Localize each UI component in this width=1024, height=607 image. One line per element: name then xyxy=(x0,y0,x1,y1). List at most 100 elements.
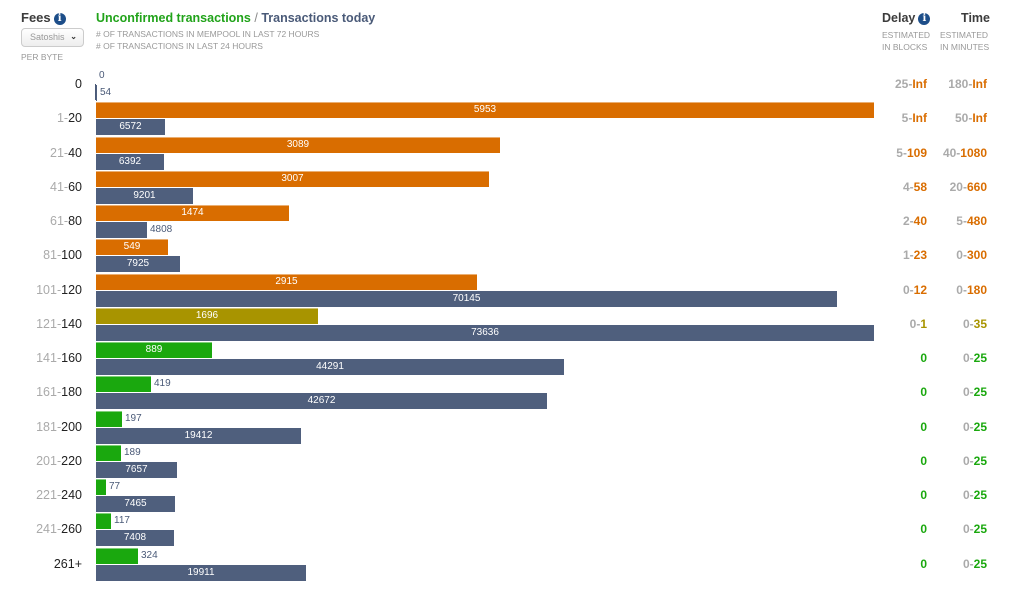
bar-label-unconfirmed: 0 xyxy=(99,70,105,81)
fee-range-low: 141- xyxy=(36,351,62,365)
time-minutes: 40-1080 xyxy=(943,146,987,160)
bar-label-unconfirmed: 2915 xyxy=(275,275,298,287)
delay-low: 25- xyxy=(894,77,913,91)
delay-low: 0- xyxy=(909,316,921,331)
chevron-down-icon: ⌄ xyxy=(70,32,77,41)
delay-high: 0 xyxy=(920,419,927,434)
time-subtitle: ESTIMATED IN MINUTES xyxy=(940,29,989,53)
time-minutes: 0-25 xyxy=(963,557,987,571)
time-high: 35 xyxy=(973,316,987,331)
bar-label-unconfirmed: 77 xyxy=(109,481,121,492)
bar-label-unconfirmed: 197 xyxy=(125,412,142,424)
bar-label-unconfirmed: 5953 xyxy=(473,104,497,116)
time-minutes: 0-25 xyxy=(963,488,987,502)
time-minutes: 0-300 xyxy=(956,248,987,262)
fee-range-high: 180 xyxy=(61,385,82,400)
bar-label-unconfirmed: 324 xyxy=(141,549,158,561)
fee-range-high: 140 xyxy=(61,316,82,331)
delay-blocks: 2-40 xyxy=(903,214,927,228)
delay-low: 0- xyxy=(902,282,914,297)
time-high: 25 xyxy=(973,385,987,400)
bar-label-today: 54 xyxy=(100,87,112,98)
bar-label-today: 44291 xyxy=(316,361,344,372)
time-low: 0- xyxy=(962,351,974,365)
fee-range-label: 101-120 xyxy=(36,283,82,297)
fee-range-label: 161-180 xyxy=(36,385,82,399)
fee-range-label: 41-60 xyxy=(50,180,82,194)
info-icon[interactable]: i xyxy=(918,13,931,25)
delay-low: 1- xyxy=(902,248,914,263)
bar-unconfirmed[interactable] xyxy=(96,479,106,495)
fee-range-label: 221-240 xyxy=(36,488,82,502)
time-low: 0- xyxy=(962,556,974,571)
fee-range-high: 160 xyxy=(61,351,82,365)
fee-range-high: 40 xyxy=(68,145,82,160)
time-minutes: 0-180 xyxy=(956,283,987,297)
delay-blocks: 0 xyxy=(920,488,927,502)
bar-label-today: 7925 xyxy=(126,258,150,270)
bar-label-today: 19412 xyxy=(184,429,213,441)
fee-range-label: 201-220 xyxy=(36,454,82,468)
time-low: 0- xyxy=(956,248,967,263)
fee-range-low: 101- xyxy=(36,282,62,297)
fee-range-low: 221- xyxy=(36,488,62,502)
bar-label-today: 73636 xyxy=(471,326,499,338)
time-minutes: 20-660 xyxy=(950,180,987,194)
time-high: 25 xyxy=(973,419,987,434)
fee-range-low: 61- xyxy=(50,214,69,228)
delay-blocks: 25-Inf xyxy=(895,77,927,91)
unit-select[interactable]: Satoshis ⌄ xyxy=(21,28,84,47)
time-minutes: 0-25 xyxy=(963,454,987,468)
fee-range-high: 100 xyxy=(61,248,82,263)
bar-label-today: 9201 xyxy=(133,189,156,201)
time-high: 660 xyxy=(966,179,987,194)
fee-range-high: 261+ xyxy=(53,556,82,571)
fee-range-label: 261+ xyxy=(54,557,82,571)
delay-high: 1 xyxy=(920,316,927,331)
fees-header: Fees i xyxy=(21,10,66,25)
unit-select-value: Satoshis xyxy=(30,32,65,42)
bar-label-today: 42672 xyxy=(307,395,336,407)
bar-unconfirmed[interactable] xyxy=(96,444,121,461)
delay-high: Inf xyxy=(912,77,927,91)
fee-range-low: 201- xyxy=(36,453,62,468)
fee-range-label: 141-160 xyxy=(36,351,82,365)
bar-unconfirmed[interactable] xyxy=(96,547,138,564)
time-label: Time xyxy=(961,11,990,25)
bar-unconfirmed[interactable] xyxy=(96,376,151,393)
time-high: 25 xyxy=(973,556,987,571)
fee-range-low: 41- xyxy=(50,179,69,194)
bar-unconfirmed[interactable] xyxy=(96,513,111,530)
time-minutes: 180-Inf xyxy=(948,77,987,91)
bar-unconfirmed[interactable] xyxy=(96,410,122,427)
time-minutes: 0-25 xyxy=(963,522,987,536)
fee-range-high: 80 xyxy=(68,214,82,228)
title-unconfirmed: Unconfirmed transactions xyxy=(96,11,251,25)
fee-range-high: 240 xyxy=(61,488,82,502)
bar-today[interactable] xyxy=(96,222,147,238)
delay-blocks: 0 xyxy=(920,522,927,536)
time-low: 180- xyxy=(948,77,973,91)
fee-range-low: 181- xyxy=(36,419,62,434)
time-minutes: 0-35 xyxy=(963,317,987,331)
time-sub2: IN MINUTES xyxy=(940,42,990,52)
time-sub1: ESTIMATED xyxy=(940,30,989,40)
fee-range-high: 120 xyxy=(61,282,82,297)
bar-label-unconfirmed: 117 xyxy=(114,515,130,527)
delay-high: 109 xyxy=(906,145,927,160)
delay-sub2: IN BLOCKS xyxy=(882,42,928,52)
time-high: 25 xyxy=(973,522,987,537)
info-icon[interactable]: i xyxy=(53,13,66,25)
delay-blocks: 0 xyxy=(920,351,927,365)
fees-label: Fees xyxy=(21,10,51,25)
bar-today[interactable] xyxy=(96,85,97,101)
fee-range-high: 60 xyxy=(68,179,82,194)
fee-range-low: 241- xyxy=(36,522,62,537)
bar-label-today: 7465 xyxy=(124,498,147,509)
time-low: 50- xyxy=(954,111,973,126)
time-high: 300 xyxy=(966,248,987,263)
delay-blocks: 0-1 xyxy=(910,317,927,331)
time-high: 1080 xyxy=(960,145,987,160)
delay-high: 0 xyxy=(920,556,927,571)
time-low: 40- xyxy=(942,145,961,160)
